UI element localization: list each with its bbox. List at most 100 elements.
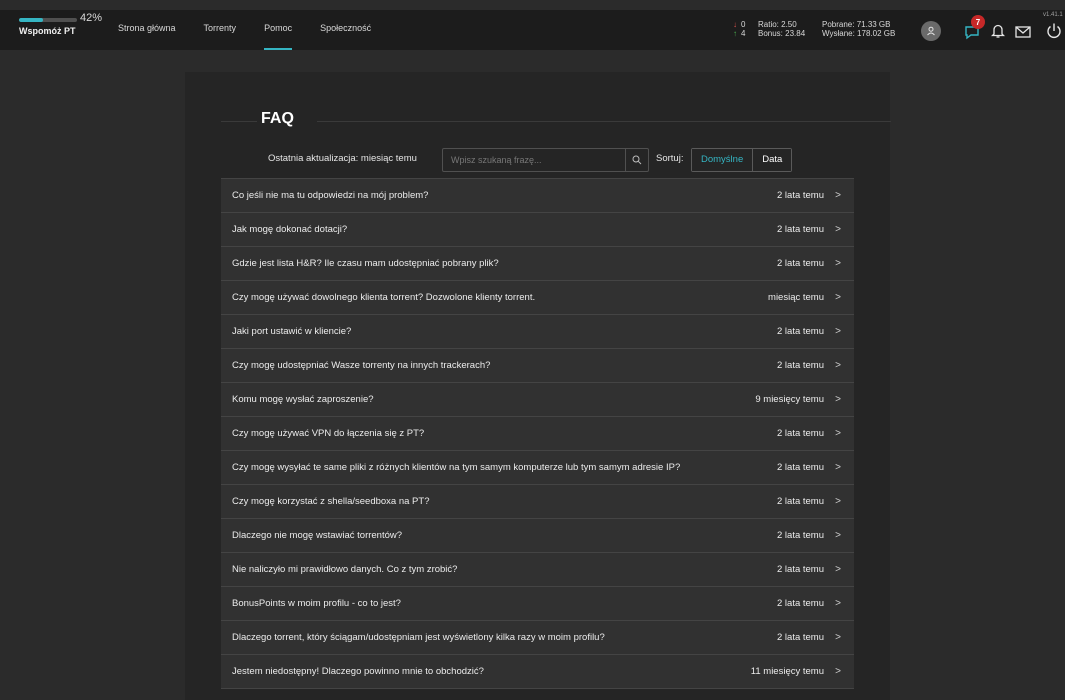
faq-question: Jestem niedostępny! Dlaczego powinno mni… — [232, 666, 484, 677]
divider — [221, 121, 257, 122]
chevron-right-icon: > — [835, 394, 841, 405]
faq-item[interactable]: Co jeśli nie ma tu odpowiedzi na mój pro… — [221, 179, 854, 213]
support-widget[interactable]: 42% Wspomóż PT — [19, 12, 102, 44]
faq-item[interactable]: Dlaczego nie mogę wstawiać torrentów? 2 l… — [221, 519, 854, 553]
ratio-text: Ratio: 2.50 — [758, 20, 797, 29]
faq-date: 2 lata temu — [777, 462, 824, 473]
nav-community[interactable]: Społeczność — [320, 10, 371, 50]
faq-date: 2 lata temu — [777, 326, 824, 337]
faq-date: 2 lata temu — [777, 496, 824, 507]
faq-question: BonusPoints w moim profilu - co to jest? — [232, 598, 401, 609]
chevron-right-icon: > — [835, 428, 841, 439]
bonus-text: Bonus: 23.84 — [758, 29, 806, 38]
main-nav: Strona główna Torrenty Pomoc Społeczność — [118, 10, 399, 50]
user-icon — [927, 26, 935, 36]
power-icon[interactable] — [1045, 22, 1063, 40]
faq-question: Czy mogę korzystać z shella/seedboxa na … — [232, 496, 430, 507]
faq-question: Gdzie jest lista H&R? Ile czasu mam udos… — [232, 258, 499, 269]
chevron-right-icon: > — [835, 258, 841, 269]
support-link[interactable]: Wspomóż PT — [19, 26, 76, 36]
faq-question: Czy mogę wysyłać te same pliki z różnych… — [232, 462, 681, 473]
support-progress-fill — [19, 18, 44, 22]
faq-date: 9 miesięcy temu — [755, 394, 824, 405]
faq-date: 2 lata temu — [777, 258, 824, 269]
chevron-right-icon: > — [835, 632, 841, 643]
chevron-right-icon: > — [835, 224, 841, 235]
faq-item[interactable]: Jestem niedostępny! Dlaczego powinno mni… — [221, 655, 854, 689]
chevron-right-icon: > — [835, 190, 841, 201]
bell-icon[interactable] — [990, 23, 1006, 39]
sort-label: Sortuj: — [656, 153, 684, 164]
chevron-right-icon: > — [835, 462, 841, 473]
chevron-right-icon: > — [835, 292, 841, 303]
faq-item[interactable]: Komu mogę wysłać zaproszenie? 9 miesięcy … — [221, 383, 854, 417]
faq-date: 2 lata temu — [777, 530, 824, 541]
faq-date: 2 lata temu — [777, 598, 824, 609]
faq-header: FAQ — [221, 110, 891, 134]
downloaded-text: Pobrane: 71.33 GB — [822, 20, 891, 29]
chevron-right-icon: > — [835, 666, 841, 677]
ratio-bonus: Ratio: 2.50 Bonus: 23.84 — [758, 20, 805, 38]
sort-toggle: Domyślne Data — [691, 148, 793, 172]
nav-home[interactable]: Strona główna — [118, 10, 176, 50]
chevron-right-icon: > — [835, 496, 841, 507]
faq-date: 2 lata temu — [777, 428, 824, 439]
faq-question: Nie naliczyło mi prawidłowo danych. Co z… — [232, 564, 458, 575]
faq-question: Jaki port ustawić w kliencie? — [232, 326, 352, 337]
avatar[interactable] — [921, 21, 941, 41]
search-icon — [632, 155, 642, 165]
faq-item[interactable]: Dlaczego torrent, który ściągam/udostępn… — [221, 621, 854, 655]
faq-date: 11 miesięcy temu — [750, 666, 824, 677]
faq-item[interactable]: Gdzie jest lista H&R? Ile czasu mam udos… — [221, 247, 854, 281]
transfer-counters: ↓ 0 ↑ 4 — [733, 20, 745, 38]
faq-item[interactable]: Jak mogę dokonać dotacji? 2 lata temu > — [221, 213, 854, 247]
faq-item[interactable]: Czy mogę używać VPN do łączenia się z PT… — [221, 417, 854, 451]
faq-question: Komu mogę wysłać zaproszenie? — [232, 394, 374, 405]
faq-question: Dlaczego torrent, który ściągam/udostępn… — [232, 632, 605, 643]
nav-help[interactable]: Pomoc — [264, 10, 293, 50]
transfer-totals: Pobrane: 71.33 GB Wysłane: 178.02 GB — [822, 20, 895, 38]
up-count: 4 — [741, 29, 746, 38]
faq-date: 2 lata temu — [777, 190, 824, 201]
faq-item[interactable]: Czy mogę udostępniać Wasze torrenty na i… — [221, 349, 854, 383]
faq-toolbar: Ostatnia aktualizacja: miesiąc temu Sort… — [185, 148, 890, 172]
search-input[interactable] — [443, 149, 625, 171]
faq-date: 2 lata temu — [777, 564, 824, 575]
faq-question: Jak mogę dokonać dotacji? — [232, 224, 348, 235]
search-button[interactable] — [625, 149, 648, 171]
chevron-right-icon: > — [835, 360, 841, 371]
faq-date: 2 lata temu — [777, 224, 824, 235]
faq-question: Czy mogę używać dowolnego klienta torren… — [232, 292, 536, 303]
arrow-down-icon: ↓ — [733, 20, 737, 29]
faq-panel: FAQ Ostatnia aktualizacja: miesiąc temu … — [185, 72, 891, 700]
chevron-right-icon: > — [835, 564, 841, 575]
last-update-text: Ostatnia aktualizacja: miesiąc temu — [268, 153, 417, 164]
divider — [317, 121, 891, 122]
faq-item[interactable]: Jaki port ustawić w kliencie? 2 lata temu… — [221, 315, 854, 349]
sort-date-button[interactable]: Data — [753, 149, 792, 171]
sort-default-button[interactable]: Domyślne — [692, 149, 754, 171]
nav-torrents[interactable]: Torrenty — [204, 10, 237, 50]
faq-item[interactable]: Czy mogę wysyłać te same pliki z różnych… — [221, 451, 854, 485]
arrow-up-icon: ↑ — [733, 29, 737, 38]
faq-item[interactable]: Nie naliczyło mi prawidłowo danych. Co z… — [221, 553, 854, 587]
faq-item[interactable]: BonusPoints w moim profilu - co to jest?… — [221, 587, 854, 621]
faq-item[interactable]: Czy mogę korzystać z shella/seedboxa na … — [221, 485, 854, 519]
faq-question: Czy mogę udostępniać Wasze torrenty na i… — [232, 360, 491, 371]
faq-item[interactable]: Czy mogę używać dowolnego klienta torren… — [221, 281, 854, 315]
chevron-right-icon: > — [835, 530, 841, 541]
down-count: 0 — [741, 20, 746, 29]
support-progress-bar — [19, 18, 77, 22]
uploaded-text: Wysłane: 178.02 GB — [822, 29, 896, 38]
mail-icon[interactable] — [1015, 25, 1031, 38]
version-label: v1.41.1 — [1043, 12, 1063, 18]
page-title: FAQ — [261, 110, 294, 127]
faq-list: Co jeśli nie ma tu odpowiedzi na mój pro… — [221, 178, 854, 689]
chevron-right-icon: > — [835, 598, 841, 609]
support-percent: 42% — [80, 12, 103, 24]
search-box — [442, 148, 649, 172]
top-navbar: 42% Wspomóż PT Strona główna Torrenty Po… — [0, 10, 1065, 50]
faq-date: 2 lata temu — [777, 632, 824, 643]
faq-question: Dlaczego nie mogę wstawiać torrentów? — [232, 530, 403, 541]
chevron-right-icon: > — [835, 326, 841, 337]
